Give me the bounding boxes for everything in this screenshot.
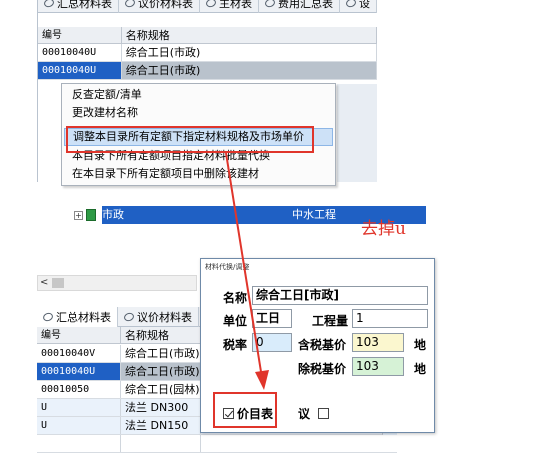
tab-link-icon [123,0,137,9]
folder-icon [86,209,96,221]
tree-node-name: 市政 [102,208,124,221]
cell-code: U [37,399,121,416]
extra-label-1: 地 [414,338,427,352]
name-field[interactable]: 综合工日[市政] [252,286,428,305]
unit-label: 单位 [223,314,248,328]
cell-name: 综合工日(市政) [122,62,377,79]
cell-name: 综合工日(市政) [121,363,201,380]
grid-background [337,84,377,182]
tax-rate-field[interactable]: 0 [252,333,292,352]
tab-summary-materials[interactable]: 汇总材料表 [38,0,119,13]
tab-summary-materials[interactable]: 汇总材料表 [37,307,118,327]
negotiate-option[interactable]: 议 [298,405,332,422]
tab-link-icon [263,0,277,9]
header-name-spec[interactable]: 名称规格 [122,27,377,43]
tab-negotiated-materials[interactable]: 议价材料表 [118,307,199,327]
cell-name [121,435,201,452]
top-tabstrip: 汇总材料表 议价材料表 主材表 费用汇总表 设 [38,0,377,13]
cell-code [37,435,121,452]
quantity-field[interactable]: 1 [352,309,428,328]
cell-code: 00010040U [38,62,122,79]
taxed-price-field[interactable]: 103 [352,333,404,352]
menu-item-reverse-lookup[interactable]: 反查定额/清单 [72,87,142,103]
header-name-spec[interactable]: 名称规格 [121,327,201,343]
tree-node-value: 中水工程 [292,208,336,221]
cell-code: 00010040U [37,363,121,380]
menu-item-rename-material[interactable]: 更改建材名称 [72,105,138,121]
cell-name: 综合工日(市政) [121,345,201,362]
quantity-label: 工程量 [312,314,349,328]
cell-name: 综合工日(市政) [122,44,377,61]
header-code[interactable]: 编号 [38,27,122,43]
tab-link-icon [122,311,136,323]
top-table-header: 编号 名称规格 [38,27,377,44]
tab-link-icon [42,0,56,9]
table-row-selected[interactable]: 00010040U 综合工日(市政) [38,62,377,80]
table-row[interactable]: 00010040U 综合工日(市政) [38,44,377,62]
dialog-title: 材料代换/调整 [205,263,250,271]
tree-node[interactable]: + [74,207,96,223]
tab-link-icon [204,0,218,9]
header-code[interactable]: 编号 [37,327,121,343]
extra-label-2: 地 [414,362,427,376]
cell-name: 法兰 DN300 [121,399,201,416]
menu-item-delete-material[interactable]: 在本目录下所有定额项目中删除该建材 [72,166,259,182]
scroll-left-icon[interactable]: < [40,276,48,290]
expand-icon[interactable]: + [74,210,83,220]
cell-code: 00010050 [37,381,121,398]
table-row[interactable] [37,435,397,453]
negotiate-label: 议 [298,407,311,421]
tab-negotiated-materials[interactable]: 议价材料表 [119,0,200,13]
untaxed-price-field[interactable]: 103 [352,357,404,376]
taxed-price-label: 含税基价 [298,338,347,352]
cell-name: 综合工日(园林) [121,381,201,398]
red-highlight-box-menu [66,126,314,153]
annotation-note: 去掉u [361,219,406,239]
tab-link-icon [41,311,55,323]
negotiate-checkbox[interactable] [318,408,330,419]
cell-code: U [37,417,121,434]
scroll-thumb[interactable] [52,278,64,288]
horizontal-scrollbar[interactable]: < [37,275,197,291]
tab-fee-summary[interactable]: 费用汇总表 [259,0,340,13]
cell-code: 00010040U [38,44,122,61]
cell-code: 00010040V [37,345,121,362]
name-label: 名称 [223,291,248,305]
red-highlight-box-dialog [213,392,277,428]
tax-rate-label: 税率 [223,338,248,352]
tab-link-icon [344,0,358,9]
tab-main-materials[interactable]: 主材表 [200,0,259,13]
tab-settings[interactable]: 设 [340,0,377,13]
untaxed-price-label: 除税基价 [298,362,347,376]
cell-name: 法兰 DN150 [121,417,201,434]
unit-field[interactable]: 工日 [252,309,292,328]
